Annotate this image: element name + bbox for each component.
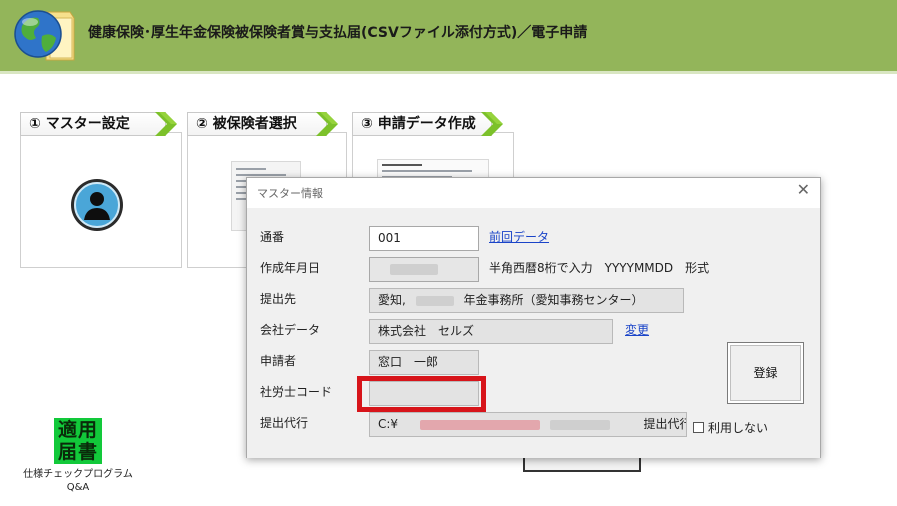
tool-label-line: 仕様チェックプログラム: [23, 469, 133, 480]
sr-code-field[interactable]: [369, 381, 479, 406]
company-field: 株式会社 セルズ: [369, 319, 613, 344]
applicant-field: 窓口 一郎: [369, 350, 479, 375]
submit-to-field: 愛知, 年金事務所（愛知事務センター）: [369, 288, 684, 313]
change-link[interactable]: 変更: [625, 321, 649, 338]
tab-master-settings[interactable]: ① マスター設定: [20, 112, 177, 136]
created-date-label: 作成年月日: [260, 261, 321, 275]
chevron-right-icon: [155, 112, 177, 136]
no-use-label: 利用しない: [708, 421, 769, 435]
step-label: ③ 申請データ作成: [361, 116, 476, 132]
proxy-label: 提出代行: [260, 416, 309, 430]
tab-insured-selection[interactable]: ② 被保険者選択: [187, 112, 338, 136]
register-button[interactable]: 登録: [727, 342, 804, 404]
redacted-value: [390, 264, 438, 275]
submit-to-suffix: 年金事務所（愛知事務センター）: [463, 293, 644, 307]
created-date-input[interactable]: [369, 257, 479, 282]
date-format-hint: 半角西暦8桁で入力 YYYYMMDD 形式: [489, 261, 710, 275]
no-use-option[interactable]: 利用しない: [693, 419, 768, 436]
step-label: ② 被保険者選択: [196, 116, 297, 132]
app-title: 健康保険･厚生年金保険被保険者賞与支払届(CSVファイル添付方式)／電子申請: [88, 25, 588, 41]
proxy-path-prefix: C:¥: [378, 417, 399, 431]
close-icon[interactable]: ✕: [797, 182, 810, 198]
proxy-path-suffix: 提出代行.pdf: [643, 417, 687, 431]
icon-text-line: 届書: [57, 441, 98, 463]
company-label: 会社データ: [260, 323, 321, 337]
serial-label: 通番: [260, 230, 285, 244]
spec-check-program-shortcut[interactable]: 適用 届書 仕様チェックプログラム Q&A: [18, 418, 138, 494]
serial-input[interactable]: 001: [369, 226, 479, 251]
dialog-title: マスター情報: [257, 187, 323, 200]
submit-to-prefix: 愛知,: [378, 293, 406, 307]
chevron-right-icon: [481, 112, 503, 136]
globe-folder-icon: [14, 10, 75, 61]
previous-data-link[interactable]: 前回データ: [489, 228, 549, 245]
redacted-value: [549, 419, 610, 430]
no-use-checkbox[interactable]: [693, 422, 704, 433]
tool-label-line: Q&A: [66, 482, 90, 493]
chevron-right-icon: [316, 112, 338, 136]
proxy-file-field: C:¥ 提出代行.pdf: [369, 412, 687, 437]
step-panel[interactable]: [20, 132, 182, 268]
tab-create-application-data[interactable]: ③ 申請データ作成: [352, 112, 503, 136]
redacted-value: [415, 295, 454, 306]
applicant-label: 申請者: [260, 354, 297, 368]
application-form-icon[interactable]: 適用 届書: [54, 418, 102, 464]
user-avatar-icon: [71, 179, 123, 231]
redacted-value: [419, 419, 540, 430]
dialog-body: 通番 001 前回データ 作成年月日 半角西暦8桁で入力 YYYYMMDD 形式…: [247, 208, 820, 458]
sr-code-label: 社労士コード: [260, 385, 333, 399]
spec-check-program-label: 仕様チェックプログラム Q&A: [18, 468, 138, 494]
step-label: ① マスター設定: [29, 116, 130, 132]
app-header: 健康保険･厚生年金保険被保険者賞与支払届(CSVファイル添付方式)／電子申請: [0, 0, 897, 74]
submit-to-label: 提出先: [260, 292, 297, 306]
master-info-dialog: マスター情報 ✕ 通番 001 前回データ 作成年月日 半角西暦8桁で入力 YY…: [246, 177, 821, 458]
icon-text-line: 適用: [57, 419, 98, 441]
